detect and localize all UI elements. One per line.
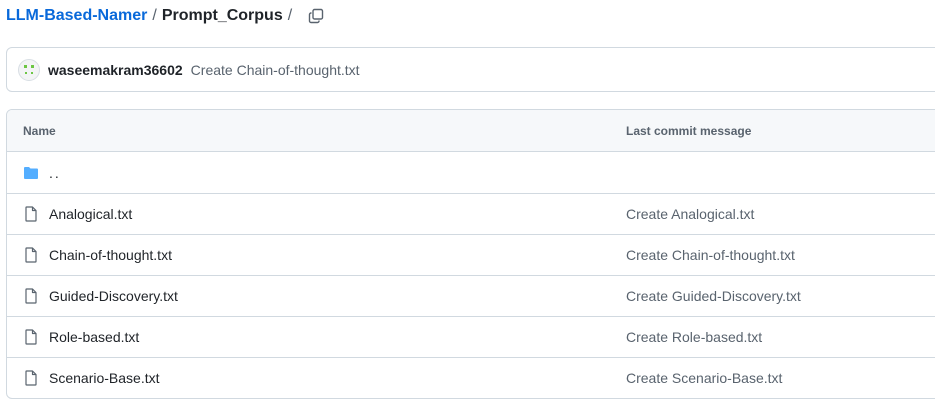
avatar[interactable] — [18, 58, 40, 81]
table-row[interactable]: Chain-of-thought.txt Create Chain-of-tho… — [7, 234, 935, 275]
breadcrumb-separator: / — [152, 7, 157, 24]
table-row[interactable]: Scenario-Base.txt Create Scenario-Base.t… — [7, 357, 935, 398]
file-link[interactable]: Analogical.txt — [49, 206, 132, 222]
file-icon — [23, 288, 39, 304]
last-commit-column-header: Last commit message — [626, 123, 752, 138]
table-row[interactable]: Role-based.txt Create Role-based.txt — [7, 316, 935, 357]
file-name-cell: Analogical.txt — [7, 206, 626, 222]
latest-commit-bar: waseemakram36602 Create Chain-of-thought… — [6, 47, 935, 92]
file-commit-message[interactable]: Create Scenario-Base.txt — [626, 370, 935, 386]
file-name-cell: Role-based.txt — [7, 329, 626, 345]
file-icon — [23, 247, 39, 263]
file-name-cell: Chain-of-thought.txt — [7, 247, 626, 263]
file-icon — [23, 329, 39, 345]
table-header: Name Last commit message — [7, 110, 935, 152]
table-row[interactable]: Analogical.txt Create Analogical.txt — [7, 193, 935, 234]
table-row[interactable]: Guided-Discovery.txt Create Guided-Disco… — [7, 275, 935, 316]
current-folder-name: Prompt_Corpus — [161, 7, 283, 24]
parent-dir-link[interactable]: .. — [49, 165, 61, 181]
commit-author-link[interactable]: waseemakram36602 — [48, 62, 183, 78]
parent-dir-cell: .. — [7, 165, 626, 181]
file-commit-message[interactable]: Create Analogical.txt — [626, 206, 935, 222]
file-icon — [23, 206, 39, 222]
file-commit-message[interactable]: Create Guided-Discovery.txt — [626, 288, 935, 304]
file-link[interactable]: Guided-Discovery.txt — [49, 288, 178, 304]
file-name-cell: Scenario-Base.txt — [7, 370, 626, 386]
table-row-parent-dir[interactable]: .. — [7, 152, 935, 193]
folder-icon — [23, 165, 39, 181]
file-link[interactable]: Scenario-Base.txt — [49, 370, 160, 386]
name-column-header: Name — [23, 123, 56, 138]
repo-link[interactable]: LLM-Based-Namer — [6, 7, 147, 25]
file-name-cell: Guided-Discovery.txt — [7, 288, 626, 304]
file-commit-message[interactable]: Create Role-based.txt — [626, 329, 935, 345]
file-commit-message[interactable]: Create Chain-of-thought.txt — [626, 247, 935, 263]
file-link[interactable]: Role-based.txt — [49, 329, 139, 345]
breadcrumb-trailing-separator: / — [287, 7, 293, 24]
copy-path-button[interactable] — [306, 6, 326, 26]
file-table: Name Last commit message .. Analogical.t… — [6, 109, 935, 399]
avatar-identicon — [24, 64, 34, 74]
breadcrumb: LLM-Based-Namer / Prompt_Corpus / — [6, 4, 326, 28]
copy-icon — [308, 8, 324, 24]
file-icon — [23, 370, 39, 386]
commit-message-link[interactable]: Create Chain-of-thought.txt — [191, 62, 360, 78]
file-link[interactable]: Chain-of-thought.txt — [49, 247, 172, 263]
